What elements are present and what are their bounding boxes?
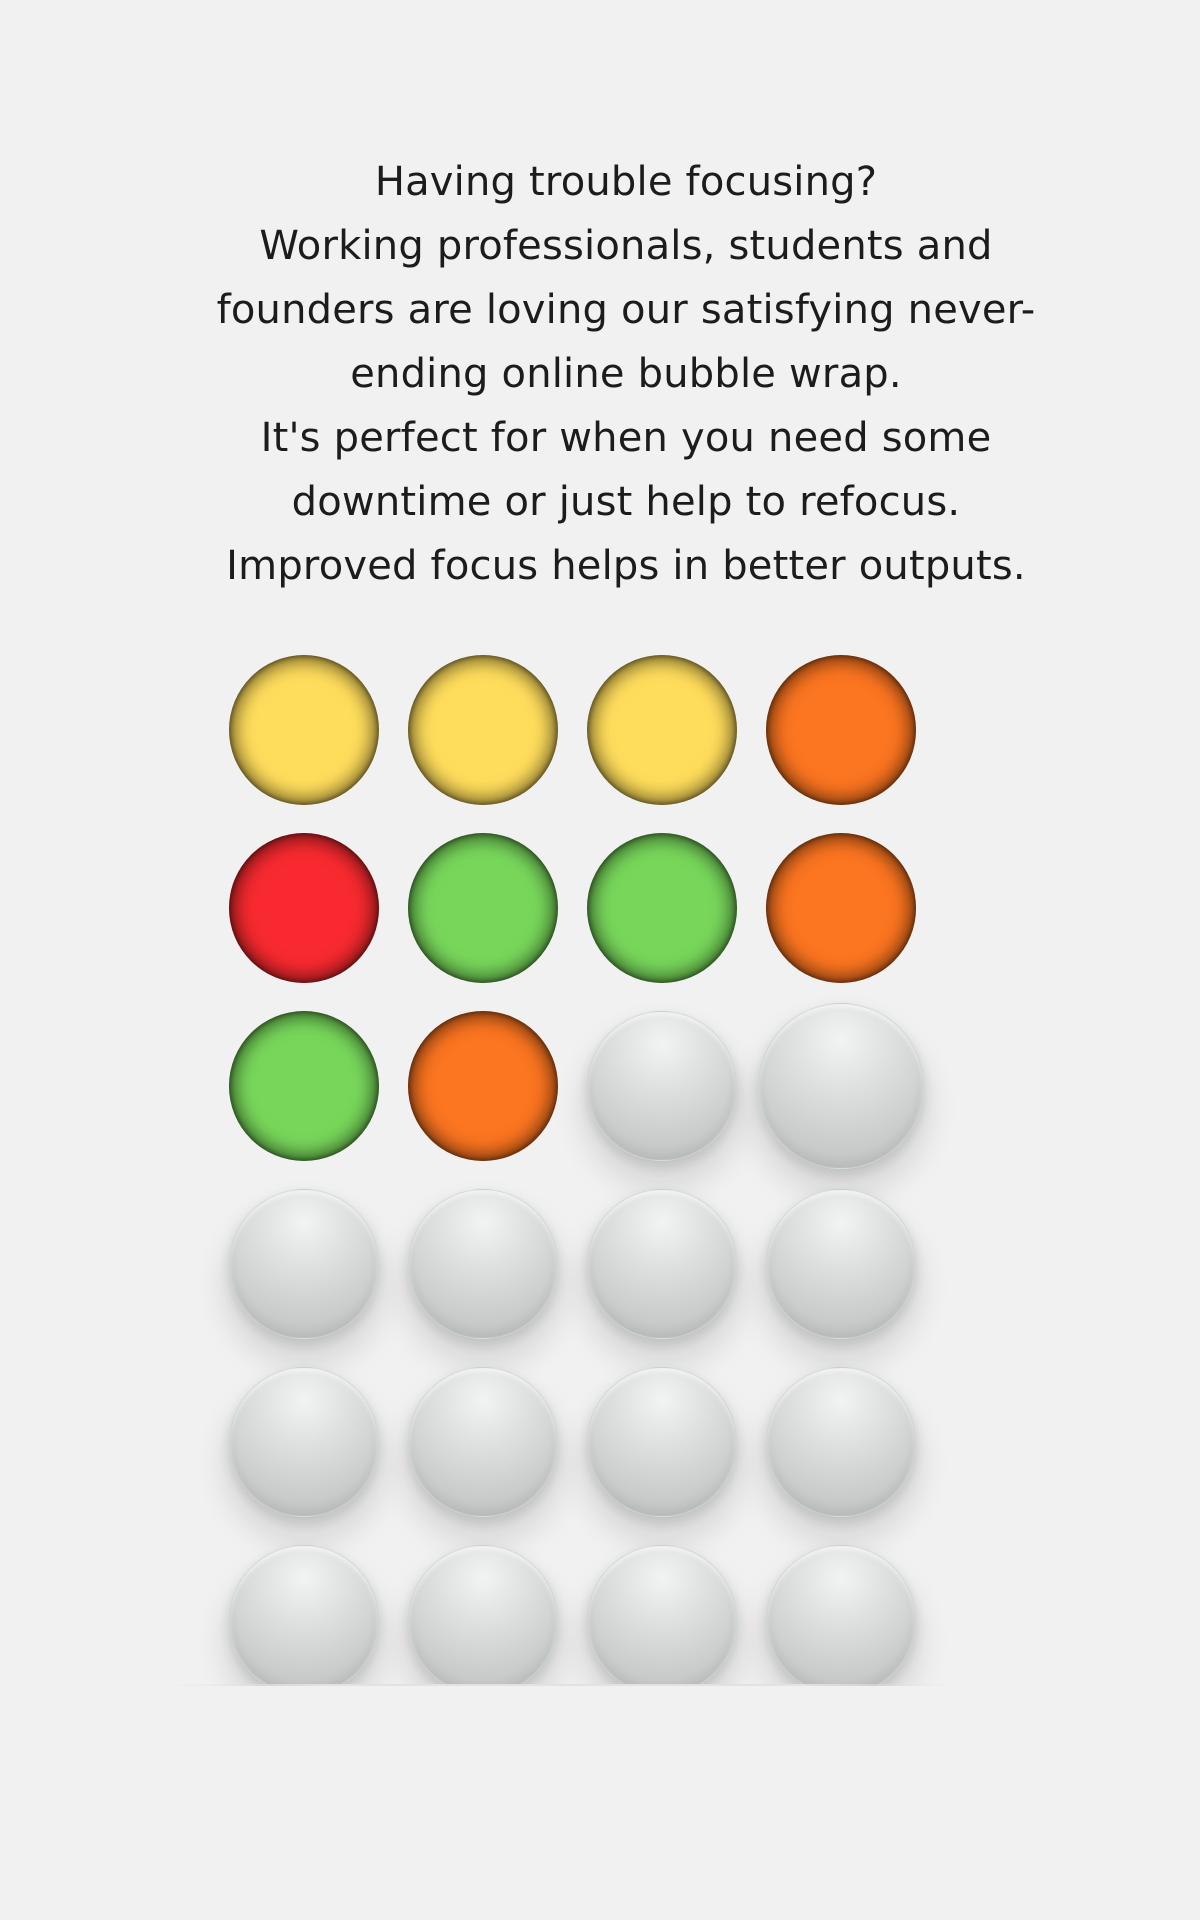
popped-bubble-6[interactable] [408,833,558,983]
bubble-18[interactable] [408,1367,558,1517]
bubble-14[interactable] [408,1189,558,1339]
bubble-13[interactable] [229,1189,379,1339]
bubble-23[interactable] [587,1545,737,1686]
bubble-24[interactable] [766,1545,916,1686]
bubble-wrap-grid [160,640,960,1686]
page: Having trouble focusing? Working profess… [0,0,1200,1920]
popped-bubble-9[interactable] [229,1011,379,1161]
bubble-22[interactable] [408,1545,558,1686]
popped-bubble-2[interactable] [408,655,558,805]
popped-bubble-7[interactable] [587,833,737,983]
intro-line-1: Having trouble focusing? [374,159,878,205]
popped-bubble-4[interactable] [766,655,916,805]
bubble-15[interactable] [587,1189,737,1339]
bubble-20[interactable] [766,1367,916,1517]
popped-bubble-1[interactable] [229,655,379,805]
bubble-12[interactable] [758,1003,924,1169]
bubble-17[interactable] [229,1367,379,1517]
intro-line-3: It's perfect for when you need some down… [260,415,992,525]
popped-bubble-5[interactable] [229,833,379,983]
bubble-19[interactable] [587,1367,737,1517]
bubble-11[interactable] [587,1011,737,1161]
bubble-21[interactable] [229,1545,379,1686]
popped-bubble-3[interactable] [587,655,737,805]
intro-line-4: Improved focus helps in better outputs. [226,543,1026,589]
popped-bubble-10[interactable] [408,1011,558,1161]
bubble-16[interactable] [766,1189,916,1339]
intro-line-2: Working professionals, students and foun… [216,223,1036,397]
popped-bubble-8[interactable] [766,833,916,983]
intro-text: Having trouble focusing? Working profess… [196,150,1056,598]
